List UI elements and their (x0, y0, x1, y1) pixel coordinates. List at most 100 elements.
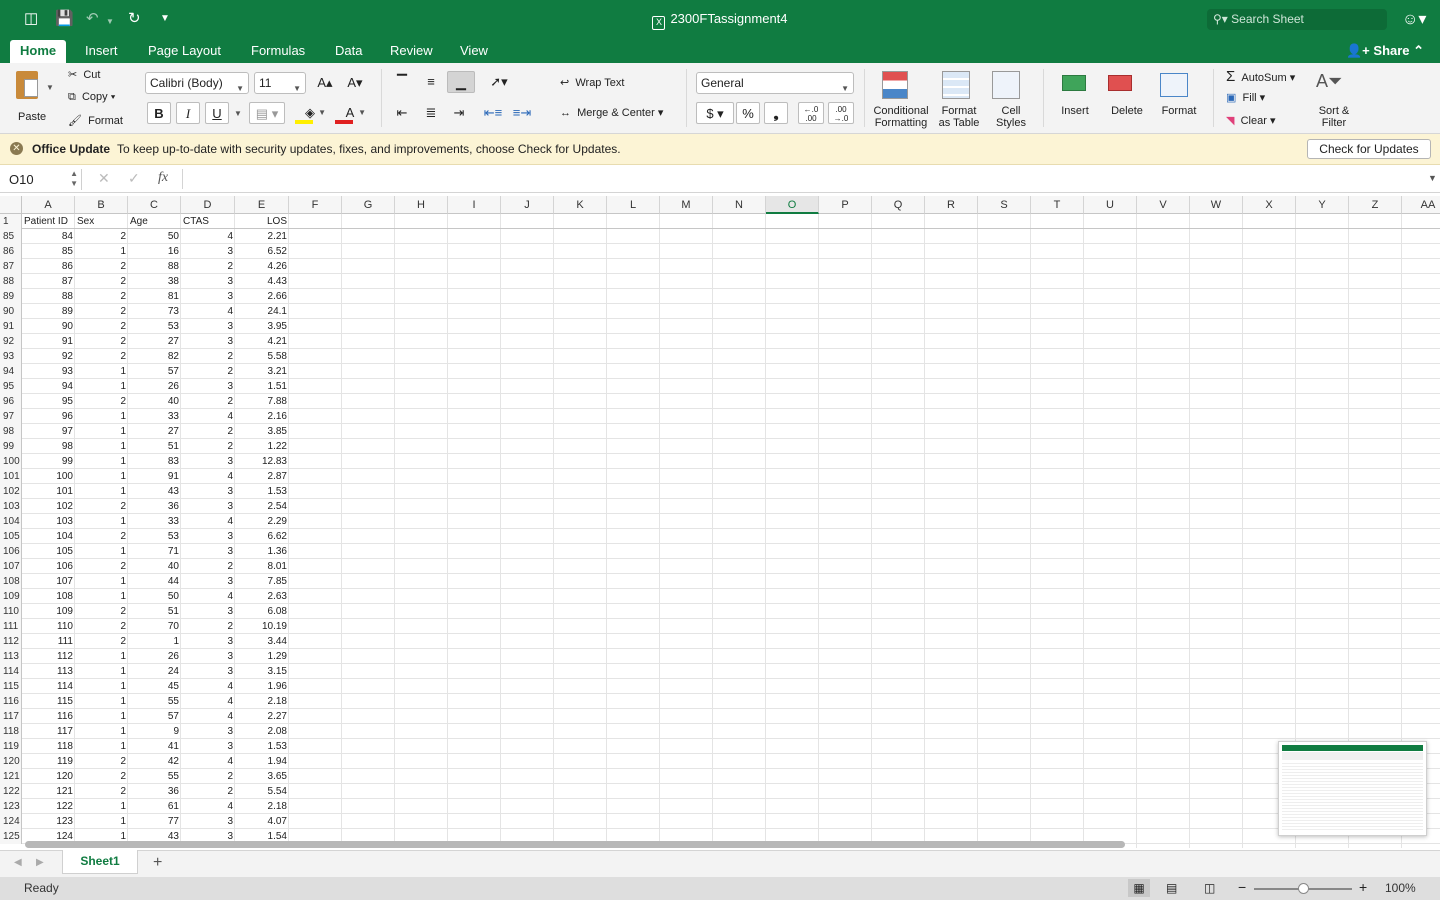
font-size-select[interactable]: 11 ▼ (254, 72, 306, 94)
row-header[interactable]: 104 (0, 514, 22, 529)
cell[interactable]: 36 (128, 499, 181, 514)
row-header[interactable]: 109 (0, 589, 22, 604)
cell[interactable]: 91 (128, 469, 181, 484)
underline-dropdown-icon[interactable]: ▼ (234, 109, 242, 118)
insert-function-icon[interactable]: fx (158, 170, 168, 186)
cell[interactable]: 1 (75, 244, 128, 259)
cell[interactable]: 118 (22, 739, 75, 754)
cell[interactable]: 53 (128, 319, 181, 334)
row-header[interactable]: 123 (0, 799, 22, 814)
column-header[interactable]: I (448, 196, 501, 214)
column-header[interactable]: O (766, 196, 819, 214)
cancel-icon[interactable]: ✕ (98, 170, 110, 187)
row-header[interactable]: 107 (0, 559, 22, 574)
cell[interactable]: 10.19 (235, 619, 289, 634)
cell[interactable]: 3 (181, 499, 235, 514)
cell[interactable]: 50 (128, 589, 181, 604)
cell[interactable]: 1 (75, 679, 128, 694)
increase-decimal-button[interactable]: ←.0 .00 (798, 102, 824, 124)
cell[interactable]: 1.53 (235, 739, 289, 754)
column-header[interactable]: M (660, 196, 713, 214)
cell[interactable]: 1 (75, 709, 128, 724)
row-header[interactable]: 122 (0, 784, 22, 799)
cell[interactable]: 26 (128, 379, 181, 394)
cell[interactable]: 88 (128, 259, 181, 274)
currency-button[interactable]: $ ▾ (696, 102, 734, 124)
cell[interactable]: 2 (181, 424, 235, 439)
row-header[interactable]: 105 (0, 529, 22, 544)
cell[interactable]: 2.16 (235, 409, 289, 424)
cell[interactable]: 5.54 (235, 784, 289, 799)
cell[interactable]: 70 (128, 619, 181, 634)
cell[interactable]: 2.08 (235, 724, 289, 739)
column-header[interactable]: R (925, 196, 978, 214)
tab-view[interactable]: View (460, 43, 488, 58)
column-header[interactable]: J (501, 196, 554, 214)
row-header[interactable]: 114 (0, 664, 22, 679)
cell[interactable]: 2 (75, 349, 128, 364)
percent-button[interactable]: % (736, 102, 760, 124)
cell[interactable]: 6.52 (235, 244, 289, 259)
row-header[interactable]: 120 (0, 754, 22, 769)
cell[interactable]: 4 (181, 679, 235, 694)
feedback-smiley-icon[interactable]: ☺▾ (1402, 9, 1426, 29)
cell[interactable]: 24.1 (235, 304, 289, 319)
cell[interactable]: 27 (128, 424, 181, 439)
row-header[interactable]: 100 (0, 454, 22, 469)
cell[interactable]: 86 (22, 259, 75, 274)
cell[interactable]: 2 (181, 784, 235, 799)
cell[interactable]: 95 (22, 394, 75, 409)
column-header[interactable]: V (1137, 196, 1190, 214)
decrease-decimal-button[interactable]: .00 →.0 (828, 102, 854, 124)
cell[interactable]: 73 (128, 304, 181, 319)
cell[interactable]: 40 (128, 559, 181, 574)
cell[interactable]: 3 (181, 484, 235, 499)
wrap-text-button[interactable]: ↩ Wrap Text (560, 76, 624, 89)
cell[interactable]: 1 (75, 694, 128, 709)
cell[interactable]: 4 (181, 589, 235, 604)
cell[interactable]: 1 (75, 439, 128, 454)
cell[interactable]: 7.88 (235, 394, 289, 409)
cell[interactable]: 55 (128, 769, 181, 784)
cell[interactable]: 38 (128, 274, 181, 289)
column-header[interactable]: K (554, 196, 607, 214)
cell[interactable]: 91 (22, 334, 75, 349)
cell[interactable]: 2 (181, 349, 235, 364)
increase-font-size-button[interactable]: A▴ (312, 72, 338, 94)
cell[interactable]: 2 (75, 559, 128, 574)
row-header[interactable]: 124 (0, 814, 22, 829)
cell[interactable]: 3.65 (235, 769, 289, 784)
cell[interactable]: 87 (22, 274, 75, 289)
orientation-icon[interactable]: ➚▾ (481, 71, 517, 93)
cell[interactable]: 92 (22, 349, 75, 364)
cell[interactable]: 1 (75, 799, 128, 814)
zoom-in-button[interactable]: + (1359, 879, 1367, 895)
column-header[interactable]: L (607, 196, 660, 214)
cell[interactable]: 4 (181, 754, 235, 769)
cell[interactable]: 108 (22, 589, 75, 604)
cell[interactable]: 101 (22, 484, 75, 499)
cell[interactable]: 105 (22, 544, 75, 559)
formula-input[interactable] (182, 169, 1422, 189)
cell[interactable]: 53 (128, 529, 181, 544)
cell[interactable]: 3 (181, 724, 235, 739)
fill-button[interactable]: ▣ Fill ▾ (1226, 91, 1265, 104)
cell[interactable]: 2.18 (235, 694, 289, 709)
underline-button[interactable]: U (205, 102, 229, 124)
row-header[interactable]: 91 (0, 319, 22, 334)
column-header[interactable]: Z (1349, 196, 1402, 214)
cell[interactable]: 1.94 (235, 754, 289, 769)
tab-data[interactable]: Data (335, 43, 362, 58)
cell[interactable]: 103 (22, 514, 75, 529)
cell[interactable]: 1 (75, 484, 128, 499)
cell[interactable]: 55 (128, 694, 181, 709)
cell[interactable]: 1 (75, 739, 128, 754)
row-header[interactable]: 101 (0, 469, 22, 484)
cell[interactable]: 2 (181, 394, 235, 409)
name-box-stepper-icon[interactable]: ▲ ▼ (70, 169, 78, 189)
cell[interactable]: 82 (128, 349, 181, 364)
cell[interactable]: 90 (22, 319, 75, 334)
cell[interactable]: 26 (128, 649, 181, 664)
cell[interactable]: 1.96 (235, 679, 289, 694)
cell[interactable]: 85 (22, 244, 75, 259)
